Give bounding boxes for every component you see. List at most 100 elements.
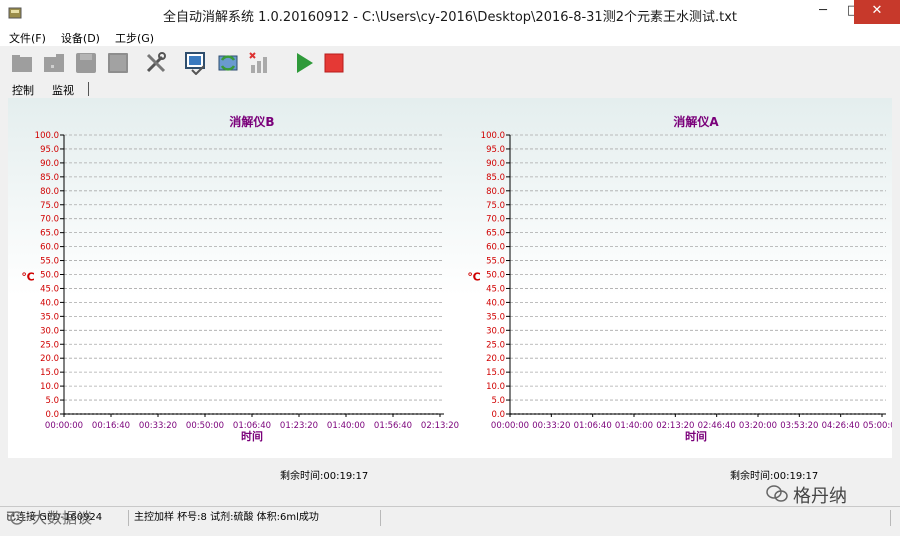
y-axis-label: ℃ [467,271,480,284]
tab-control[interactable]: 控制 [12,82,34,98]
x-tick-label: 03:20:00 [739,421,777,431]
y-tick-label: 5.0 [491,396,505,406]
tab-monitor[interactable]: 监视 [52,82,74,98]
y-tick-label: 30.0 [486,326,505,336]
play-icon[interactable] [292,51,316,75]
y-tick-label: 45.0 [40,284,59,294]
y-tick-label: 60.0 [486,243,505,253]
minimize-button[interactable]: ─ [808,0,838,24]
x-tick-label: 03:53:20 [780,421,818,431]
x-tick-label: 02:13:20 [421,421,459,431]
y-tick-label: 40.0 [40,298,59,308]
y-tick-label: 0.0 [491,410,505,420]
save-icon[interactable] [74,51,98,75]
y-tick-label: 25.0 [486,340,505,350]
x-tick-label: 01:23:20 [280,421,318,431]
tab-bar: 控制 监视 [0,80,900,97]
x-tick-label: 00:50:00 [186,421,224,431]
monitor-panel: 消解仪B 0.0 5.0 10.0 15.0 20.0 25.0 30.0 35.0 40.0 45… [8,98,900,458]
folder-icon[interactable] [10,51,34,75]
save-as-icon[interactable] [106,51,130,75]
x-tick-label: 01:40:00 [615,421,653,431]
y-tick-label: 85.0 [40,173,59,183]
x-tick-label: 00:33:20 [532,421,570,431]
y-tick-label: 70.0 [486,215,505,225]
y-tick-label: 45.0 [486,284,505,294]
menu-file[interactable]: 文件(F) [0,28,52,46]
remaining-time-a: 剩余时间:00:19:17 [730,471,819,482]
y-tick-label: 50.0 [40,271,59,281]
y-tick-label: 35.0 [40,312,59,322]
close-button[interactable]: ✕ [854,0,900,24]
operation-status: 主控加样 杯号:8 试剂:硫酸 体积:6ml成功 [132,510,381,526]
x-tick-label: 05:00:00 [863,421,892,431]
y-tick-label: 90.0 [40,159,59,169]
y-tick-label: 55.0 [40,257,59,267]
y-tick-label: 35.0 [486,312,505,322]
y-tick-label: 55.0 [486,257,505,267]
x-axis-label: 时间 [685,429,707,443]
y-tick-label: 95.0 [486,145,505,155]
x-tick-label: 01:06:40 [574,421,612,431]
y-tick-label: 10.0 [40,382,59,392]
y-tick-label: 100.0 [35,131,59,141]
watermark-text: 格丹纳 [793,486,847,507]
y-tick-label: 65.0 [486,229,505,239]
y-tick-label: 40.0 [486,298,505,308]
app-window: 全自动消解系统 1.0.20160912 - C:\Users\cy-2016\… [0,0,900,536]
chart-title: 消解仪A [673,114,719,129]
y-tick-label: 80.0 [40,187,59,197]
x-tick-label: 04:26:40 [822,421,860,431]
y-tick-label: 10.0 [486,382,505,392]
chart-icon[interactable] [248,51,272,75]
y-tick-label: 70.0 [40,215,59,225]
y-tick-label: 60.0 [40,243,59,253]
y-tick-label: 25.0 [40,340,59,350]
y-tick-label: 90.0 [486,159,505,169]
x-tick-label: 01:56:40 [374,421,412,431]
y-tick-label: 100.0 [481,131,505,141]
chart-0: 消解仪B 0.0 5.0 10.0 15.0 20.0 25.0 30.0 35.0 40.0 45… [21,114,459,443]
close-icon: ✕ [871,3,883,18]
tools-icon[interactable] [144,51,168,75]
watermark-overlay-text: 大数据谈 [32,509,93,527]
x-tick-label: 00:00:00 [45,421,83,431]
x-tick-label: 00:00:00 [491,421,529,431]
y-tick-label: 5.0 [45,396,59,406]
menu-step[interactable]: 工步(G) [106,28,160,46]
y-tick-label: 15.0 [486,368,505,378]
x-tick-label: 00:33:20 [139,421,177,431]
watermark-logo-icon [10,511,24,525]
y-tick-label: 95.0 [40,145,59,155]
y-tick-label: 75.0 [40,201,59,211]
status-bar: 已连接 GFD-160924 主控加样 杯号:8 试剂:硫酸 体积:6ml成功 [0,506,900,529]
y-tick-label: 15.0 [40,368,59,378]
toolbar [0,46,900,81]
x-tick-label: 00:16:40 [92,421,130,431]
wechat-icon [766,485,788,502]
sync-icon[interactable] [216,51,240,75]
y-tick-label: 75.0 [486,201,505,211]
folder-open-icon[interactable] [42,51,66,75]
y-tick-label: 65.0 [40,229,59,239]
y-tick-label: 85.0 [486,173,505,183]
tab-divider [88,82,89,96]
y-axis-label: ℃ [21,271,34,284]
menu-bar: 文件(F) 设备(D) 工步(G) [0,28,900,46]
chart-title: 消解仪B [229,114,274,129]
y-tick-label: 80.0 [486,187,505,197]
remaining-time-b: 剩余时间:00:19:17 [280,471,369,482]
y-tick-label: 20.0 [40,354,59,364]
x-tick-label: 01:40:00 [327,421,365,431]
stop-icon[interactable] [322,51,346,75]
y-tick-label: 20.0 [486,354,505,364]
menu-device[interactable]: 设备(D) [52,28,106,46]
window-title: 全自动消解系统 1.0.20160912 - C:\Users\cy-2016\… [162,10,737,25]
chart-1: 消解仪A 0.0 5.0 10.0 15.0 20.0 25.0 30.0 35.0 40.0 45… [467,114,900,443]
extra-status [384,510,891,526]
x-axis-label: 时间 [241,429,263,443]
minimize-icon: ─ [819,3,827,18]
y-tick-label: 30.0 [40,326,59,336]
y-tick-label: 0.0 [45,410,59,420]
monitor-icon[interactable] [184,51,208,75]
